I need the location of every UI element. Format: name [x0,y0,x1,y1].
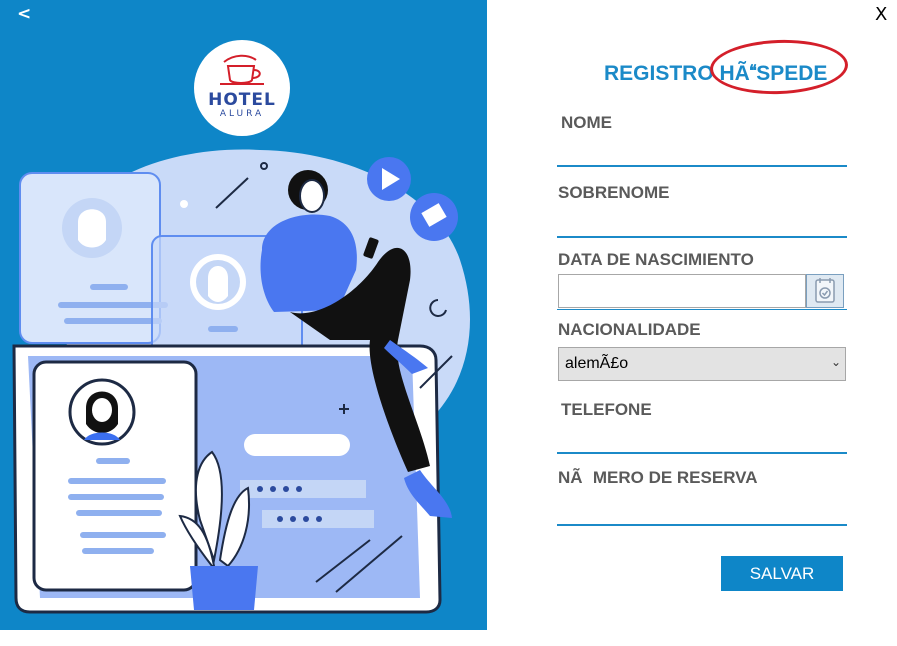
coffee-cup-icon [220,54,264,85]
sobrenome-label: SOBRENOME [558,183,670,202]
nacionalidade-select[interactable]: alemÃ£o ⌄ [558,347,846,381]
telefone-input[interactable] [557,452,847,454]
logo-hotel-text: HOTEL [208,90,276,110]
numero-reserva-input[interactable] [557,524,847,526]
save-button[interactable]: SALVAR [721,556,843,591]
calendar-button[interactable] [806,274,844,308]
telefone-label: TELEFONE [561,400,652,419]
data-underline [557,309,847,310]
chevron-down-icon: ⌄ [830,355,841,369]
numero-reserva-label: NÃMERO DE RESERVA [558,468,758,487]
calendar-icon [815,278,835,303]
red-circle-annotation [709,37,849,97]
nome-input[interactable] [557,165,847,167]
data-nascimiento-input[interactable] [558,274,806,308]
close-button[interactable]: X [875,4,887,25]
back-button[interactable]: < [17,4,31,24]
logo-alura-text: ALURA [219,109,265,119]
nacionalidade-value: alemÃ£o [565,355,629,372]
hotel-alura-logo: HOTEL ALURA [194,40,290,136]
sobrenome-input[interactable] [557,236,847,238]
data-nascimiento-label: DATA DE NASCIMIENTO [558,250,754,269]
nacionalidade-label: NACIONALIDADE [558,320,701,339]
nome-label: NOME [561,113,612,132]
illustration-panel: HOTEL ALURA < [0,0,487,630]
